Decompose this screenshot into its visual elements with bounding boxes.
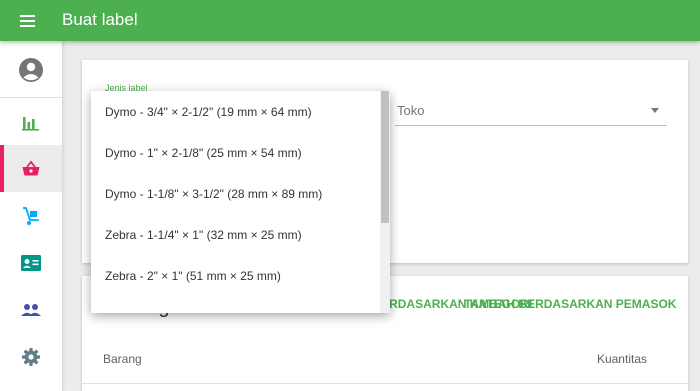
app-bar: Buat label: [0, 0, 700, 41]
dropdown-scrollbar[interactable]: [380, 91, 390, 313]
add-by-supplier-button[interactable]: TAMBAH BERDASARKAN PEMASOK: [464, 297, 676, 311]
sidebar: [0, 41, 62, 391]
people-icon: [21, 303, 41, 316]
dropdown-arrow-icon: [651, 108, 659, 113]
sidebar-item-inventory[interactable]: [0, 192, 62, 239]
dropdown-option[interactable]: Zebra - 2" × 1" (51 mm × 25 mm): [91, 256, 380, 297]
page-title: Buat label: [62, 10, 138, 29]
sidebar-item-settings[interactable]: [0, 333, 62, 380]
sidebar-item-account[interactable]: [0, 46, 62, 93]
column-header-item: Barang: [103, 352, 142, 366]
dropdown-option[interactable]: Dymo - 3/4" × 2-1/2" (19 mm × 64 mm): [91, 92, 380, 133]
dropdown-option[interactable]: Zebra - 1-1/4" × 1" (32 mm × 25 mm): [91, 215, 380, 256]
contact-card-icon: [21, 254, 41, 271]
basket-icon: [22, 160, 40, 175]
dropdown-option[interactable]: Dymo - 1" × 2-1/8" (25 mm × 54 mm): [91, 133, 380, 174]
account-circle-icon: [19, 57, 43, 82]
label-type-dropdown-menu: Dymo - 3/4" × 2-1/2" (19 mm × 64 mm) Dym…: [91, 91, 390, 313]
gear-icon: [22, 347, 40, 366]
sidebar-item-customers[interactable]: [0, 239, 62, 286]
menu-icon[interactable]: [18, 12, 40, 30]
scrollbar-thumb[interactable]: [381, 91, 389, 223]
column-header-quantity: Kuantitas: [596, 352, 647, 366]
bar-chart-icon: [22, 116, 39, 131]
sidebar-item-reports[interactable]: [0, 98, 62, 145]
sidebar-item-employees[interactable]: [0, 286, 62, 333]
dropdown-option[interactable]: Dymo - 1-1/8" × 3-1/2" (28 mm × 89 mm): [91, 174, 380, 215]
hand-truck-icon: [23, 206, 39, 225]
store-select[interactable]: Toko: [395, 100, 667, 126]
store-select-value: Toko: [397, 103, 425, 118]
sidebar-item-items[interactable]: [0, 145, 62, 192]
table-divider: [82, 383, 688, 384]
